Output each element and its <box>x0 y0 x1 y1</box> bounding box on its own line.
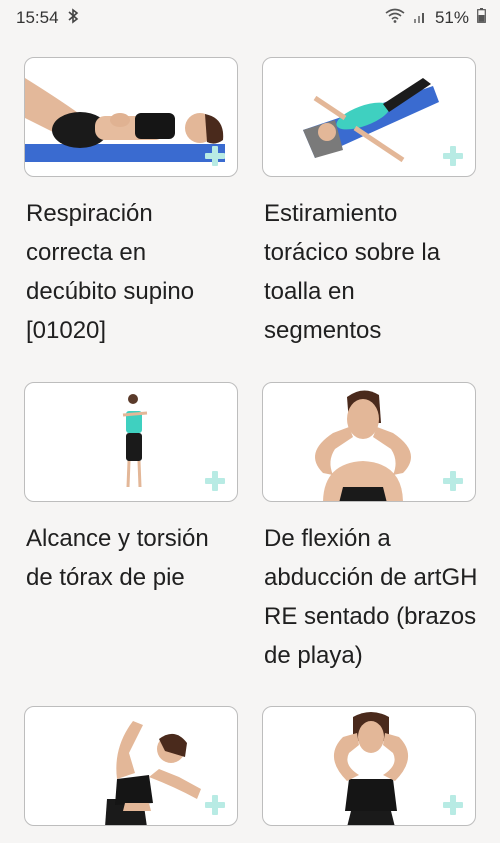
status-left: 15:54 <box>16 7 79 29</box>
exercise-title[interactable]: De flexión a abducción de artGH RE senta… <box>262 519 478 675</box>
exercise-thumbnail[interactable] <box>262 57 476 177</box>
battery-icon <box>477 8 486 28</box>
exercise-grid: Respiración correcta en decúbito supino … <box>0 36 500 843</box>
status-time: 15:54 <box>16 8 59 27</box>
add-icon[interactable] <box>205 146 225 166</box>
signal-icon <box>413 8 427 28</box>
exercise-card[interactable] <box>262 706 476 843</box>
exercise-thumbnail[interactable] <box>262 382 476 502</box>
exercise-thumbnail[interactable] <box>24 382 238 502</box>
exercise-title[interactable]: Estiramiento torácico sobre la toalla en… <box>262 194 478 350</box>
add-icon[interactable] <box>205 471 225 491</box>
exercise-thumbnail[interactable] <box>262 706 476 826</box>
status-right: 51% <box>385 8 486 28</box>
exercise-card[interactable]: De flexión a abducción de artGH RE senta… <box>262 382 478 675</box>
exercise-title[interactable]: Respiración correcta en decúbito supino … <box>24 194 240 350</box>
exercise-card[interactable]: Estiramiento torácico sobre la toalla en… <box>262 57 476 350</box>
add-icon[interactable] <box>443 146 463 166</box>
bluetooth-icon <box>67 7 79 29</box>
status-bar: 15:54 51% <box>0 0 500 36</box>
exercise-thumbnail[interactable] <box>24 706 238 826</box>
exercise-thumbnail[interactable] <box>24 57 238 177</box>
exercise-title[interactable]: Alcance y torsión de tórax de pie <box>24 519 240 597</box>
wifi-icon <box>385 8 405 28</box>
add-icon[interactable] <box>443 795 463 815</box>
add-icon[interactable] <box>443 471 463 491</box>
exercise-card[interactable]: Respiración correcta en decúbito supino … <box>24 57 238 350</box>
battery-percent: 51% <box>434 8 469 27</box>
exercise-card[interactable]: Alcance y torsión de tórax de pie <box>24 382 238 597</box>
exercise-card[interactable] <box>24 706 238 843</box>
add-icon[interactable] <box>205 795 225 815</box>
